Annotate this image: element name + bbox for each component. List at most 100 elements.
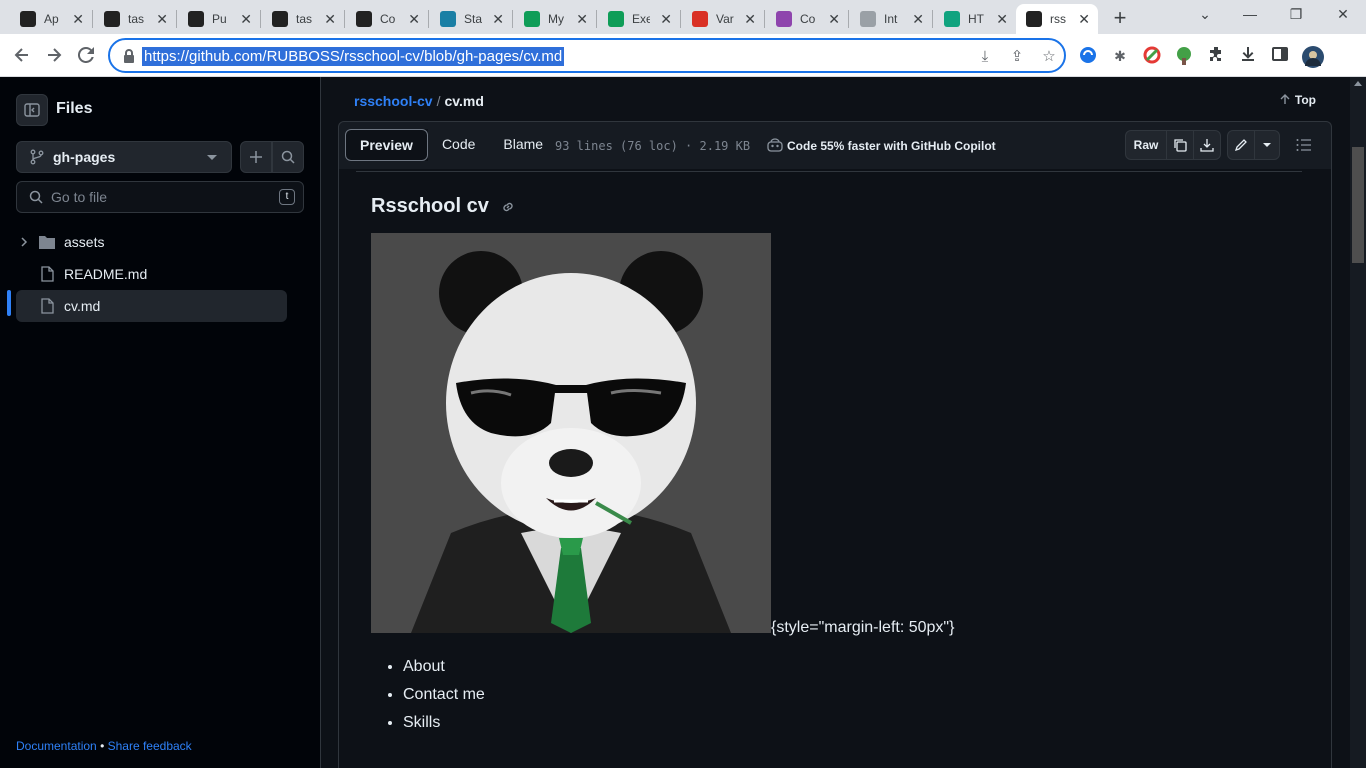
install-icon[interactable]: ⤓ — [976, 48, 994, 66]
side-panel-icon[interactable] — [1270, 46, 1290, 66]
edit-options-dropdown[interactable] — [1254, 130, 1280, 160]
close-tab-icon[interactable]: ✕ — [324, 11, 336, 27]
list-item: Contact me — [403, 685, 485, 713]
close-tab-icon[interactable]: ✕ — [492, 11, 504, 27]
extensions-puzzle-icon[interactable] — [1206, 46, 1226, 66]
color-picker-icon[interactable] — [1142, 46, 1162, 66]
scroll-up-arrow[interactable] — [1354, 81, 1362, 86]
selected-indicator — [7, 290, 11, 316]
markdown-heading: Rsschool cv — [371, 195, 516, 218]
profile-avatar[interactable] — [1302, 46, 1324, 68]
top-button[interactable]: Top — [1279, 93, 1316, 107]
list-unordered-icon — [1296, 139, 1311, 151]
github-icon — [356, 11, 372, 27]
branch-selector[interactable]: gh-pages — [16, 141, 232, 173]
copy-icon — [1174, 139, 1187, 152]
close-tab-icon[interactable]: ✕ — [660, 11, 672, 27]
browser-tab[interactable]: Co ✕ — [346, 4, 428, 34]
close-tab-icon[interactable]: ✕ — [156, 11, 168, 27]
documentation-link[interactable]: Documentation — [16, 739, 97, 753]
tab-blame[interactable]: Blame — [489, 129, 558, 161]
sidebar-footer: Documentation • Share feedback — [16, 739, 192, 753]
browser-tab[interactable]: My ✕ — [514, 4, 596, 34]
new-tab-icon[interactable]: + — [1108, 5, 1132, 31]
bookmark-star-icon[interactable]: ☆ — [1040, 48, 1058, 66]
tab-title: Exe — [632, 12, 650, 26]
browser-tab[interactable]: HT ✕ — [934, 4, 1016, 34]
tree-item-assets[interactable]: assets — [16, 226, 287, 258]
tree-item-cv[interactable]: cv.md — [16, 290, 287, 322]
close-tab-icon[interactable]: ✕ — [828, 11, 840, 27]
browser-tab[interactable]: Pu ✕ — [178, 4, 260, 34]
close-tab-icon[interactable]: ✕ — [912, 11, 924, 27]
markdown-list: About Contact me Skills — [403, 657, 485, 741]
tab-title: Co — [800, 12, 816, 26]
browser-tab[interactable]: Co ✕ — [766, 4, 848, 34]
go-to-file-input[interactable] — [51, 188, 271, 206]
browser-tab[interactable]: Var ✕ — [682, 4, 764, 34]
copy-raw-button[interactable] — [1166, 130, 1194, 160]
outline-button[interactable] — [1289, 130, 1319, 160]
close-tab-icon[interactable]: ✕ — [408, 11, 420, 27]
close-tab-icon[interactable]: ✕ — [996, 11, 1008, 27]
browser-tab[interactable]: tas ✕ — [262, 4, 344, 34]
chevron-down-icon — [1263, 143, 1271, 147]
tab-search-icon[interactable]: ⌄ — [1195, 6, 1215, 23]
browser-tab[interactable]: Ap ✕ — [10, 4, 92, 34]
browser-tab[interactable]: Sta ✕ — [430, 4, 512, 34]
search-icon — [29, 190, 43, 204]
reload-icon[interactable] — [73, 42, 99, 68]
extension-blue-icon[interactable] — [1078, 46, 1098, 66]
add-file-button[interactable] — [240, 141, 272, 173]
page-scrollbar[interactable] — [1350, 77, 1366, 768]
copilot-promo[interactable]: Code 55% faster with GitHub Copilot — [767, 138, 996, 153]
edit-file-button[interactable] — [1227, 130, 1255, 160]
close-tab-icon[interactable]: ✕ — [576, 11, 588, 27]
close-tab-icon[interactable]: ✕ — [72, 11, 84, 27]
back-icon[interactable] — [9, 42, 35, 68]
bug-icon[interactable]: ✱ — [1110, 46, 1130, 66]
file-meta: 93 lines (76 loc) · 2.19 KB — [555, 139, 751, 153]
panda-illustration — [371, 233, 771, 633]
restore-icon[interactable]: ❐ — [1286, 6, 1306, 23]
list-item-label: About — [403, 658, 445, 675]
tree-item-readme[interactable]: README.md — [16, 258, 287, 290]
browser-tab[interactable]: Exe ✕ — [598, 4, 680, 34]
close-tab-icon[interactable]: ✕ — [240, 11, 252, 27]
share-feedback-link[interactable]: Share feedback — [108, 739, 192, 753]
tab-separator — [428, 10, 429, 28]
tab-separator — [764, 10, 765, 28]
share-icon[interactable]: ⇪ — [1008, 48, 1026, 66]
list-item-label: Contact me — [403, 686, 485, 703]
chevron-right-icon[interactable] — [19, 237, 29, 247]
file-tree-sidebar: Files gh-pages t assets README.md cv.md … — [0, 77, 321, 768]
minimize-icon[interactable]: — — [1240, 6, 1260, 22]
url-text[interactable]: https://github.com/RUBBOSS/rsschool-cv/b… — [142, 47, 565, 66]
github-icon — [104, 11, 120, 27]
collapse-sidebar-button[interactable] — [16, 94, 48, 126]
address-bar[interactable]: https://github.com/RUBBOSS/rsschool-cv/b… — [108, 38, 1066, 73]
tab-preview[interactable]: Preview — [345, 129, 428, 161]
close-tab-icon[interactable]: ✕ — [1078, 11, 1090, 27]
scrollbar-thumb[interactable] — [1352, 147, 1364, 263]
raw-button[interactable]: Raw — [1125, 130, 1167, 160]
footer-separator: • — [100, 739, 105, 753]
search-files-button[interactable] — [272, 141, 304, 173]
rs-logo — [188, 11, 204, 27]
close-tab-icon[interactable]: ✕ — [744, 11, 756, 27]
download-raw-button[interactable] — [1193, 130, 1221, 160]
anchor-link-icon[interactable] — [500, 199, 516, 215]
browser-tab[interactable]: rss ✕ — [1016, 4, 1098, 34]
forward-icon[interactable] — [41, 42, 67, 68]
breadcrumb-repo-link[interactable]: rsschool-cv — [354, 93, 433, 109]
tab-title: tas — [296, 12, 313, 26]
browser-tab[interactable]: tas ✕ — [94, 4, 176, 34]
tree-extension-icon[interactable] — [1174, 46, 1194, 66]
close-window-icon[interactable]: ✕ — [1333, 6, 1353, 23]
pencil-icon — [1234, 139, 1247, 152]
browser-tab[interactable]: Int ✕ — [850, 4, 932, 34]
copilot-icon — [767, 138, 783, 152]
go-to-file-search[interactable]: t — [16, 181, 304, 213]
downloads-icon[interactable] — [1238, 46, 1258, 66]
tab-code[interactable]: Code — [427, 129, 490, 161]
